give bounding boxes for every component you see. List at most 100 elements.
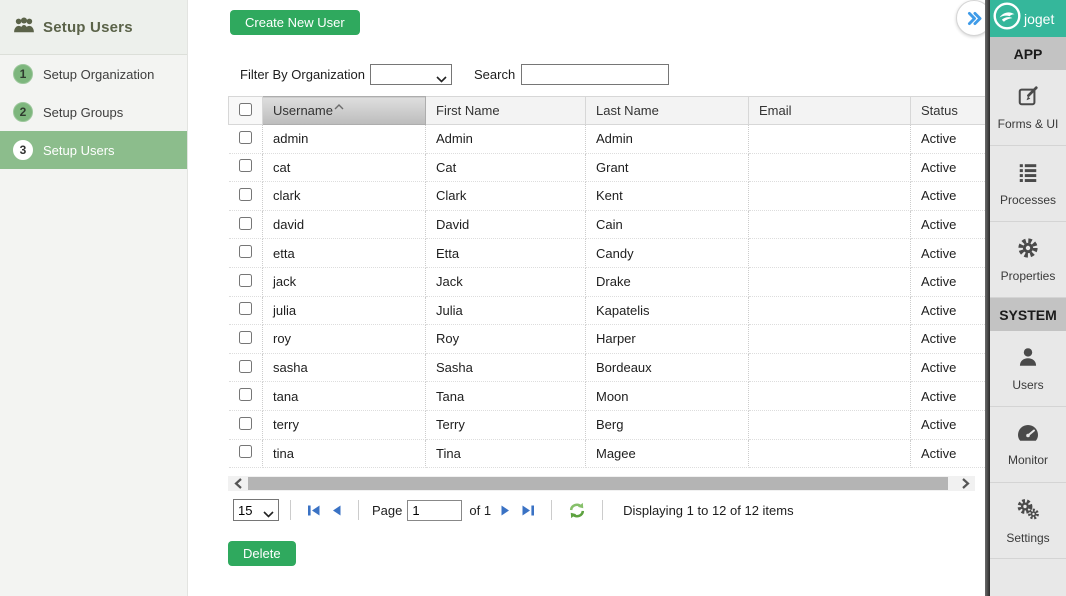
row-checkbox-cell — [229, 125, 263, 154]
page-size-select-wrap: 15 — [233, 499, 279, 521]
table-row[interactable]: etta Etta Candy Active — [229, 239, 986, 268]
cell-first-name: Cat — [426, 153, 586, 182]
table-row[interactable]: tina Tina Magee Active — [229, 439, 986, 468]
table-row[interactable]: cat Cat Grant Active — [229, 153, 986, 182]
create-new-user-button[interactable]: Create New User — [230, 10, 360, 35]
row-checkbox-cell — [229, 239, 263, 268]
column-header-first-name[interactable]: First Name — [426, 97, 586, 125]
cell-last-name: Admin — [586, 125, 749, 154]
sidebar-item-label: Users — [1012, 378, 1043, 392]
cell-username: julia — [263, 296, 426, 325]
sidebar-item-processes[interactable]: Processes — [990, 146, 1066, 222]
row-checkbox[interactable] — [239, 131, 252, 144]
scrollbar-thumb[interactable] — [248, 477, 948, 490]
joget-brand-header: joget — [990, 0, 1066, 37]
delete-button[interactable]: Delete — [228, 541, 296, 566]
column-header-status[interactable]: Status — [911, 97, 986, 125]
cell-email — [749, 239, 911, 268]
column-header-last-name[interactable]: Last Name — [586, 97, 749, 125]
cell-status: Active — [911, 153, 986, 182]
organization-select[interactable] — [370, 64, 452, 85]
first-page-icon[interactable] — [307, 504, 321, 517]
cell-email — [749, 210, 911, 239]
cell-username: admin — [263, 125, 426, 154]
table-row[interactable]: david David Cain Active — [229, 210, 986, 239]
last-page-icon[interactable] — [521, 504, 535, 517]
table-row[interactable]: sasha Sasha Bordeaux Active — [229, 353, 986, 382]
sidebar-item-users[interactable]: Users — [990, 331, 1066, 407]
row-checkbox[interactable] — [239, 217, 252, 230]
row-checkbox[interactable] — [239, 188, 252, 201]
cell-first-name: Jack — [426, 267, 586, 296]
cell-last-name: Kapatelis — [586, 296, 749, 325]
page-label: Page — [372, 503, 402, 518]
cell-status: Active — [911, 182, 986, 211]
sidebar-item-label: Settings — [1006, 531, 1049, 545]
row-checkbox[interactable] — [239, 445, 252, 458]
table-row[interactable]: tana Tana Moon Active — [229, 382, 986, 411]
main-content: Create New User Filter By Organization S… — [188, 0, 985, 596]
sidebar-item-settings[interactable]: Settings — [990, 483, 1066, 559]
table-row[interactable]: roy Roy Harper Active — [229, 325, 986, 354]
search-input[interactable] — [521, 64, 669, 85]
step-setup-users[interactable]: 3 Setup Users — [0, 131, 187, 169]
page-size-select[interactable]: 15 — [233, 499, 279, 521]
row-checkbox[interactable] — [239, 388, 252, 401]
step-setup-organization[interactable]: 1 Setup Organization — [0, 55, 187, 93]
cell-status: Active — [911, 410, 986, 439]
table-row[interactable]: julia Julia Kapatelis Active — [229, 296, 986, 325]
step-number-badge: 3 — [13, 140, 33, 160]
sidebar-item-properties[interactable]: Properties — [990, 222, 1066, 298]
row-checkbox[interactable] — [239, 159, 252, 172]
row-checkbox[interactable] — [239, 245, 252, 258]
step-setup-groups[interactable]: 2 Setup Groups — [0, 93, 187, 131]
scroll-right-icon[interactable] — [955, 476, 975, 491]
row-checkbox[interactable] — [239, 302, 252, 315]
select-all-cell — [229, 97, 263, 125]
brand-name: joget — [1024, 11, 1054, 27]
step-number-badge: 1 — [13, 64, 33, 84]
sidebar-item-monitor[interactable]: Monitor — [990, 407, 1066, 483]
cell-first-name: Julia — [426, 296, 586, 325]
table-row[interactable]: jack Jack Drake Active — [229, 267, 986, 296]
column-header-username[interactable]: Username — [263, 97, 426, 125]
step-number-badge: 2 — [13, 102, 33, 122]
section-header-system[interactable]: SYSTEM — [990, 298, 1066, 331]
filter-by-organization-label: Filter By Organization — [240, 67, 365, 82]
cell-username: clark — [263, 182, 426, 211]
cell-last-name: Magee — [586, 439, 749, 468]
users-table: Username First Name Last Name Email Stat… — [228, 96, 985, 468]
cell-status: Active — [911, 239, 986, 268]
cell-username: sasha — [263, 353, 426, 382]
column-header-email[interactable]: Email — [749, 97, 911, 125]
table-row[interactable]: clark Clark Kent Active — [229, 182, 986, 211]
select-all-checkbox[interactable] — [239, 103, 252, 116]
table-row[interactable]: terry Terry Berg Active — [229, 410, 986, 439]
row-checkbox[interactable] — [239, 274, 252, 287]
cell-username: terry — [263, 410, 426, 439]
user-icon — [1017, 346, 1039, 371]
row-checkbox[interactable] — [239, 360, 252, 373]
refresh-icon[interactable] — [568, 502, 586, 519]
cell-username: tina — [263, 439, 426, 468]
cell-email — [749, 125, 911, 154]
scroll-left-icon[interactable] — [228, 476, 248, 491]
cell-first-name: Tana — [426, 382, 586, 411]
cell-status: Active — [911, 125, 986, 154]
page-number-input[interactable] — [407, 500, 462, 521]
section-header-app[interactable]: APP — [990, 37, 1066, 70]
scrollbar-track[interactable] — [248, 476, 955, 491]
users-group-icon — [13, 16, 35, 39]
row-checkbox[interactable] — [239, 331, 252, 344]
cell-first-name: David — [426, 210, 586, 239]
next-page-icon[interactable] — [500, 504, 511, 517]
cell-email — [749, 439, 911, 468]
row-checkbox[interactable] — [239, 417, 252, 430]
step-label: Setup Users — [43, 143, 115, 158]
sidebar-item-forms-ui[interactable]: Forms & UI — [990, 70, 1066, 146]
gear-icon — [1017, 237, 1039, 262]
horizontal-scrollbar[interactable] — [228, 476, 975, 491]
previous-page-icon[interactable] — [331, 504, 342, 517]
table-row[interactable]: admin Admin Admin Active — [229, 125, 986, 154]
cell-last-name: Cain — [586, 210, 749, 239]
